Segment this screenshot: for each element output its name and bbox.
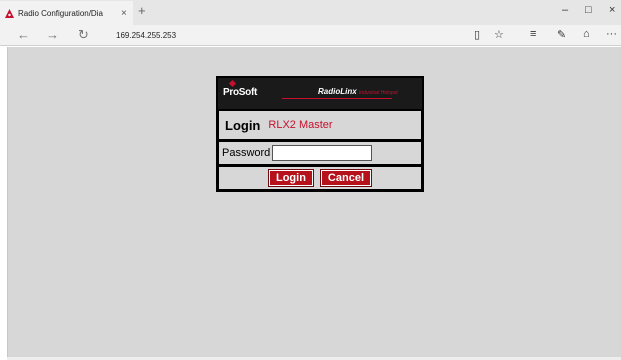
device-model: RLX2 Master bbox=[268, 119, 333, 131]
cancel-button[interactable]: Cancel bbox=[319, 169, 373, 187]
password-input[interactable] bbox=[272, 145, 373, 161]
share-icon[interactable]: ⌂ bbox=[583, 28, 590, 40]
prosoft-logo: ProSoft bbox=[223, 87, 258, 98]
password-label: Password bbox=[222, 147, 271, 159]
radiolinx-brand: RadioLinx bbox=[318, 87, 357, 96]
login-dialog: ProSoft RadioLinx Industrial Hotspot Log… bbox=[216, 76, 424, 192]
radiolinx-logo: RadioLinx Industrial Hotspot bbox=[318, 87, 398, 96]
close-window-icon[interactable]: × bbox=[609, 4, 615, 16]
tab-title: Radio Configuration/Dia bbox=[18, 8, 103, 18]
reading-view-icon[interactable]: ▯ bbox=[474, 28, 480, 41]
address-bar: ← → ↻ 169.254.255.253 ▯ ☆ ≡ ✎ ⌂ ··· bbox=[0, 25, 621, 46]
password-row: Password bbox=[218, 141, 422, 165]
browser-titlebar: Radio Configuration/Dia × + – □ × bbox=[0, 0, 621, 25]
new-tab-button[interactable]: + bbox=[138, 3, 146, 18]
refresh-icon[interactable]: ↻ bbox=[78, 27, 89, 43]
url-field[interactable]: 169.254.255.253 bbox=[116, 31, 176, 40]
back-icon[interactable]: ← bbox=[17, 27, 30, 42]
hub-icon[interactable]: ≡ bbox=[530, 28, 536, 40]
more-icon[interactable]: ··· bbox=[606, 28, 617, 40]
prosoft-logo-icon bbox=[228, 79, 237, 88]
minimize-icon[interactable]: – bbox=[562, 4, 568, 16]
login-button[interactable]: Login bbox=[267, 169, 314, 187]
favorite-icon[interactable]: ☆ bbox=[494, 28, 504, 41]
banner-divider bbox=[282, 98, 392, 99]
button-row: Login Cancel bbox=[218, 166, 422, 190]
login-title-row: Login RLX2 Master bbox=[218, 110, 422, 140]
radiolinx-tagline: Industrial Hotspot bbox=[358, 90, 398, 96]
brand-banner: ProSoft RadioLinx Industrial Hotspot bbox=[218, 78, 422, 109]
forward-icon[interactable]: → bbox=[46, 27, 59, 42]
maximize-icon[interactable]: □ bbox=[585, 4, 592, 16]
tab-close-icon[interactable]: × bbox=[121, 8, 127, 19]
notes-icon[interactable]: ✎ bbox=[557, 28, 566, 41]
prosoft-favicon-icon bbox=[5, 8, 14, 18]
login-heading: Login bbox=[225, 117, 261, 133]
browser-tab[interactable]: Radio Configuration/Dia × bbox=[0, 1, 133, 25]
